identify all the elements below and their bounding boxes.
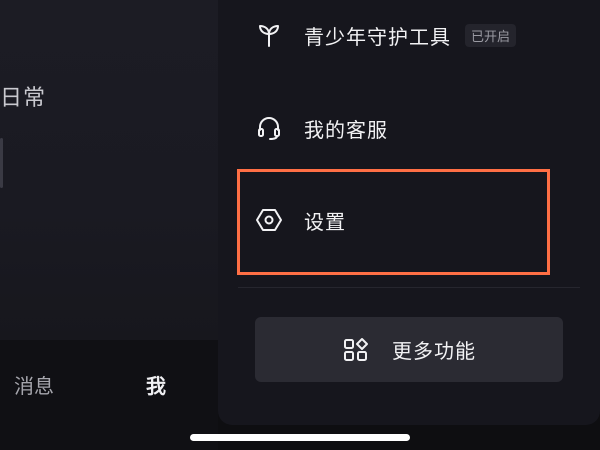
status-badge: 已开启 <box>465 23 517 47</box>
side-drawer: 青少年守护工具 已开启 我的客服 设置 更多功能 <box>218 0 600 425</box>
highlight-annotation-box <box>237 169 550 275</box>
more-features-label: 更多功能 <box>392 339 476 363</box>
menu-item-customer-service[interactable]: 我的客服 <box>254 106 388 150</box>
headset-icon <box>254 113 284 143</box>
tab-me[interactable]: 我 <box>146 370 166 399</box>
sprout-icon <box>254 20 284 50</box>
background-page-content <box>0 0 218 340</box>
background-scroll-mark <box>0 138 3 188</box>
menu-divider <box>238 287 580 288</box>
home-indicator[interactable] <box>190 434 410 441</box>
menu-item-label: 青少年守护工具 <box>304 24 451 49</box>
apps-grid-icon <box>342 336 370 364</box>
background-heading: 日常 <box>0 86 47 111</box>
tab-messages[interactable]: 消息 <box>14 370 54 399</box>
more-features-button[interactable]: 更多功能 <box>255 317 563 382</box>
menu-item-youth-protection[interactable]: 青少年守护工具 已开启 <box>254 13 517 57</box>
menu-item-label: 我的客服 <box>304 117 388 142</box>
